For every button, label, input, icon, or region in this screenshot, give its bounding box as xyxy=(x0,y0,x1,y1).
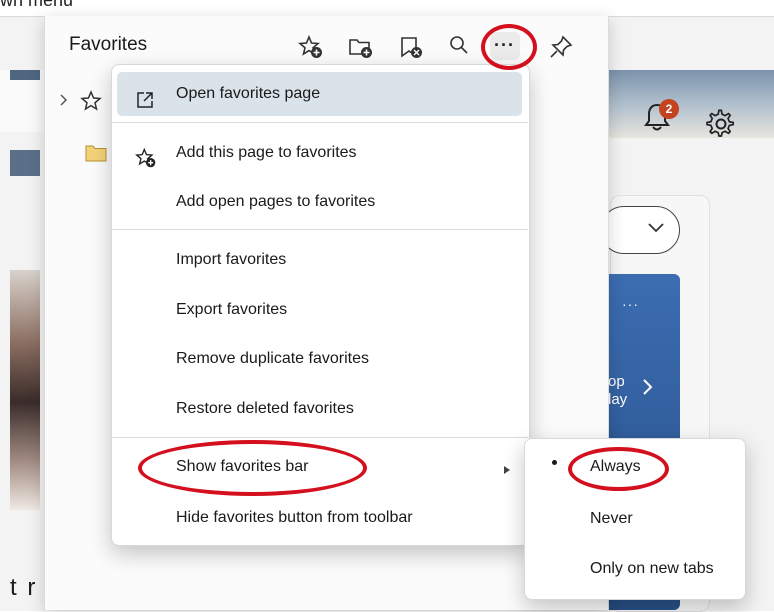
add-favorite-icon[interactable] xyxy=(298,34,324,60)
menu-item-import-favorites[interactable]: Import favorites xyxy=(117,238,522,282)
selected-bullet-icon xyxy=(552,460,557,465)
search-icon[interactable] xyxy=(448,34,474,60)
page-left-band xyxy=(10,150,40,176)
submenu-item-only-new-tabs[interactable]: Only on new tabs xyxy=(590,560,714,578)
menu-item-label: Add open pages to favorites xyxy=(176,193,376,210)
caption-text: wn menu xyxy=(0,0,74,10)
chevron-down-icon xyxy=(648,223,664,233)
news-photo xyxy=(10,270,40,510)
chevron-right-icon[interactable] xyxy=(642,378,654,401)
menu-item-add-this-page[interactable]: Add this page to favorites xyxy=(117,131,522,175)
folder-icon[interactable] xyxy=(85,143,107,168)
menu-divider xyxy=(111,437,528,438)
favorites-bar-star-icon[interactable] xyxy=(80,90,102,117)
annotation-circle-always xyxy=(568,447,669,491)
annotation-circle-more-button xyxy=(481,24,537,70)
card-more-icon[interactable]: ··· xyxy=(622,296,639,312)
menu-item-remove-duplicates[interactable]: Remove duplicate favorites xyxy=(117,337,522,381)
menu-divider xyxy=(111,122,528,123)
favorites-title: Favorites xyxy=(69,34,148,55)
menu-item-label: Hide favorites button from toolbar xyxy=(176,509,413,526)
page-bottom-text: t r xyxy=(10,574,38,601)
menu-item-label: Add this page to favorites xyxy=(176,144,357,161)
menu-item-export-favorites[interactable]: Export favorites xyxy=(117,288,522,332)
submenu-item-never[interactable]: Never xyxy=(590,510,633,528)
notification-badge: 2 xyxy=(659,99,679,119)
submenu-arrow-icon xyxy=(503,462,511,480)
pin-icon[interactable] xyxy=(548,34,574,60)
menu-item-open-favorites-page[interactable]: Open favorites page xyxy=(117,72,522,116)
delete-favorites-icon[interactable] xyxy=(398,34,424,60)
top-strip xyxy=(0,0,774,16)
menu-item-label: Open favorites page xyxy=(176,85,321,102)
chevron-right-icon[interactable] xyxy=(59,93,69,112)
page-left-strip xyxy=(10,70,40,80)
menu-item-label: Export favorites xyxy=(176,301,288,318)
menu-item-restore-deleted[interactable]: Restore deleted favorites xyxy=(117,387,522,431)
menu-item-hide-favorites-button[interactable]: Hide favorites button from toolbar xyxy=(117,496,522,540)
add-folder-icon[interactable] xyxy=(348,34,374,60)
menu-item-label: Restore deleted favorites xyxy=(176,400,354,417)
menu-item-label: Import favorites xyxy=(176,251,287,268)
menu-divider xyxy=(111,229,528,230)
menu-item-label: Remove duplicate favorites xyxy=(176,350,369,367)
hero-image xyxy=(585,70,774,138)
annotation-circle-show-favorites-bar xyxy=(138,440,367,496)
feed-dropdown[interactable] xyxy=(600,206,680,254)
menu-item-add-open-pages[interactable]: Add open pages to favorites xyxy=(117,180,522,224)
settings-gear-icon[interactable] xyxy=(706,109,736,144)
